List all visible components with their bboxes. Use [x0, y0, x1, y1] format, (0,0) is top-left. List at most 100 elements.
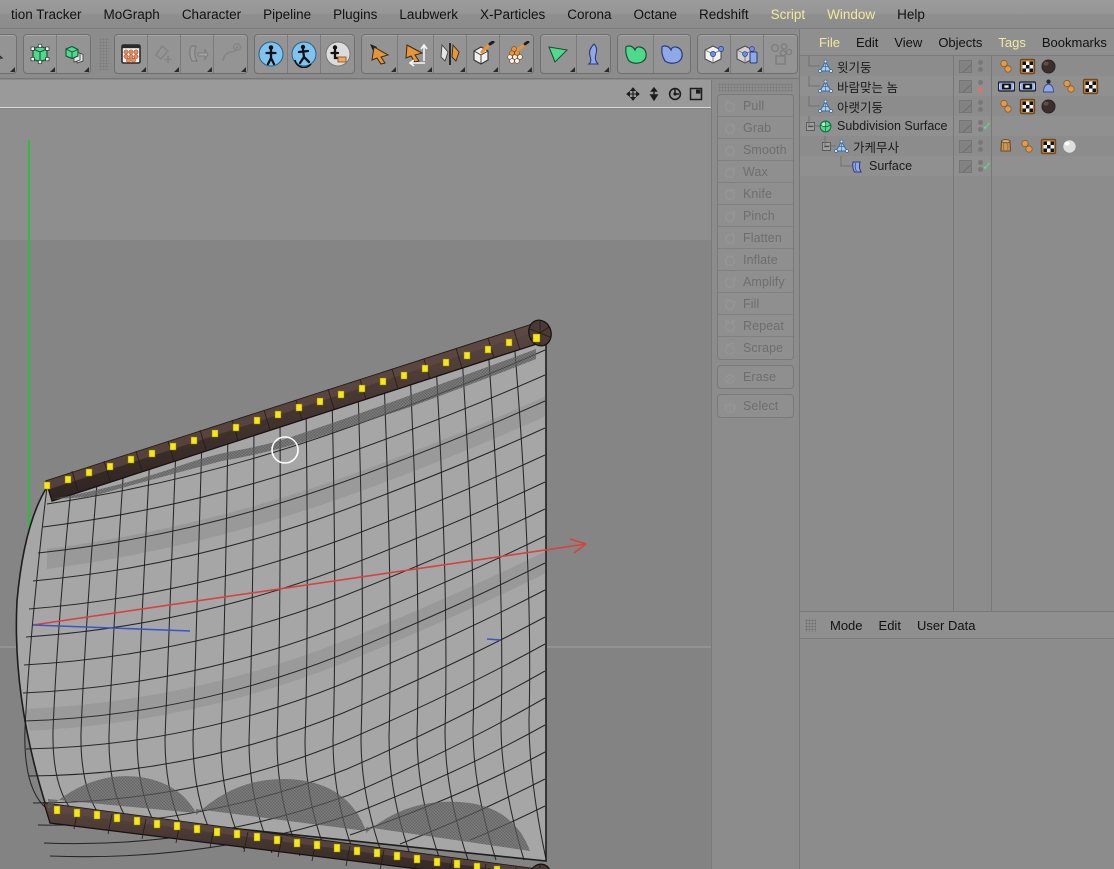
editor-visibility-dot[interactable]: [978, 140, 983, 145]
am-menu-user-data[interactable]: User Data: [909, 612, 984, 639]
tree-expander-minus[interactable]: –: [806, 121, 815, 131]
visibility-row-5[interactable]: ✓: [954, 156, 992, 176]
texture-mode-button[interactable]: [115, 35, 148, 73]
sculpt-tool-wax[interactable]: Wax: [718, 161, 793, 183]
om-menu-view[interactable]: View: [886, 29, 930, 56]
object-axis-button[interactable]: [255, 35, 288, 73]
enable-deformer-button[interactable]: [618, 35, 654, 73]
render-view-button[interactable]: [698, 35, 731, 73]
om-menu-file[interactable]: File: [811, 29, 848, 56]
cloth-belt-tag-icon[interactable]: [1019, 78, 1036, 95]
tag-row-3[interactable]: [992, 116, 1114, 136]
layer-color-swatch[interactable]: [959, 159, 972, 173]
render-picture-viewer-button[interactable]: [731, 35, 764, 73]
sculpt-tool-pull[interactable]: Pull: [718, 95, 793, 117]
visibility-dots[interactable]: [978, 100, 983, 112]
render-visibility-dot[interactable]: [978, 67, 983, 72]
sculpt-tool-knife[interactable]: Knife: [718, 183, 793, 205]
menu-item-script[interactable]: Script: [760, 0, 817, 29]
object-row-1[interactable]: 바람맞는 놈: [800, 76, 953, 96]
menu-item-plugins[interactable]: Plugins: [322, 0, 388, 29]
sculpt-tool-smooth[interactable]: Smooth: [718, 139, 793, 161]
checker-material-icon[interactable]: [1082, 78, 1099, 95]
model-mode-button[interactable]: [57, 35, 90, 73]
menu-item-corona[interactable]: Corona: [556, 0, 622, 29]
visibility-row-1[interactable]: [954, 76, 991, 96]
render-visibility-dot[interactable]: [978, 87, 983, 92]
tag-row-5[interactable]: [992, 156, 1114, 176]
layer-color-swatch[interactable]: [959, 99, 972, 113]
enabled-check-icon[interactable]: ✓: [982, 120, 992, 132]
object-row-2[interactable]: 아랫기둥: [800, 96, 953, 116]
menu-item-window[interactable]: Window: [816, 0, 886, 29]
polygon-mode-button[interactable]: [434, 35, 467, 73]
om-menu-objects[interactable]: Objects: [930, 29, 990, 56]
sculpt-tool-fill[interactable]: Fill: [718, 293, 793, 315]
workplane-button[interactable]: [181, 35, 214, 73]
sculpt-tool-grab[interactable]: Grab: [718, 117, 793, 139]
layer-color-swatch[interactable]: [959, 119, 972, 133]
live-selection-button[interactable]: [0, 35, 16, 73]
sculpt-tool-inflate[interactable]: Inflate: [718, 249, 793, 271]
menu-item-laubwerk[interactable]: Laubwerk: [388, 0, 469, 29]
checker-material-icon[interactable]: [1019, 98, 1036, 115]
uv-polygons-button[interactable]: [541, 35, 577, 73]
object-row-5[interactable]: Surface: [800, 156, 953, 176]
visibility-dots[interactable]: [978, 60, 983, 72]
rotate-icon[interactable]: [666, 84, 684, 104]
sculpt-tool-flatten[interactable]: Flatten: [718, 227, 793, 249]
sculpt-tool-scrape[interactable]: Scrape: [718, 337, 793, 359]
om-menu-bookmarks[interactable]: Bookmarks: [1034, 29, 1114, 56]
enable-axis-mod-button[interactable]: [654, 35, 690, 73]
maximize-icon[interactable]: [687, 84, 705, 104]
sculpt-tool-erase[interactable]: Erase: [718, 366, 793, 388]
cloth-tag-icon[interactable]: [998, 138, 1015, 155]
move-icon[interactable]: [624, 84, 642, 104]
texture-tag-icon[interactable]: [1019, 138, 1036, 155]
object-row-3[interactable]: – Subdivision Surface: [800, 116, 953, 136]
checker-material-icon[interactable]: [1019, 58, 1036, 75]
attribute-manager-grip[interactable]: [805, 618, 816, 632]
menu-item-tion-tracker[interactable]: tion Tracker: [0, 0, 93, 29]
enabled-check-icon[interactable]: ✓: [982, 160, 992, 172]
object-row-4[interactable]: – 가케무사: [800, 136, 953, 156]
enable-axis-button[interactable]: [148, 35, 181, 73]
texture-tool-button[interactable]: [467, 35, 500, 73]
am-menu-edit[interactable]: Edit: [871, 612, 909, 639]
visibility-row-0[interactable]: [954, 56, 991, 76]
texture-tag-icon[interactable]: [1061, 78, 1078, 95]
toolbar-grip[interactable]: [99, 38, 109, 70]
tag-row-4[interactable]: [992, 136, 1114, 156]
visibility-row-4[interactable]: [954, 136, 991, 156]
object-tree[interactable]: 윗기둥 바람맞는 놈 아랫기둥 – Subdivision Surface – 가케무사 Su…: [800, 56, 954, 611]
sculpt-tool-repeat[interactable]: Repeat: [718, 315, 793, 337]
tag-row-1[interactable]: [992, 76, 1114, 96]
menu-item-help[interactable]: Help: [886, 0, 936, 29]
uv-points-button[interactable]: [577, 35, 610, 73]
render-visibility-dot[interactable]: [978, 147, 983, 152]
object-row-0[interactable]: 윗기둥: [800, 56, 953, 76]
viewport-canvas[interactable]: [0, 109, 711, 869]
lock-workplane-button[interactable]: [214, 35, 247, 73]
menu-item-character[interactable]: Character: [171, 0, 252, 29]
om-menu-edit[interactable]: Edit: [848, 29, 886, 56]
cloth-figure-tag-icon[interactable]: [1040, 78, 1057, 95]
white-sphere-material-icon[interactable]: [1061, 138, 1078, 155]
visibility-dots[interactable]: [978, 140, 983, 152]
menu-item-pipeline[interactable]: Pipeline: [252, 0, 322, 29]
om-menu-tags[interactable]: Tags: [990, 29, 1033, 56]
dark-sphere-material-icon[interactable]: [1040, 98, 1057, 115]
object-visibility-column[interactable]: ✓ ✓: [954, 56, 992, 611]
editor-visibility-dot[interactable]: [978, 60, 983, 65]
zoom-icon[interactable]: [645, 84, 663, 104]
editor-visibility-dot[interactable]: [978, 80, 983, 85]
world-axis-button[interactable]: [288, 35, 321, 73]
checker-material-icon[interactable]: [1040, 138, 1057, 155]
texture-tag-icon[interactable]: [998, 98, 1015, 115]
tag-row-0[interactable]: [992, 56, 1114, 76]
camera-axis-button[interactable]: [321, 35, 354, 73]
visibility-row-3[interactable]: ✓: [954, 116, 992, 136]
layer-color-swatch[interactable]: [959, 59, 972, 73]
menu-item-redshift[interactable]: Redshift: [688, 0, 760, 29]
sculpt-points-button[interactable]: [500, 35, 533, 73]
